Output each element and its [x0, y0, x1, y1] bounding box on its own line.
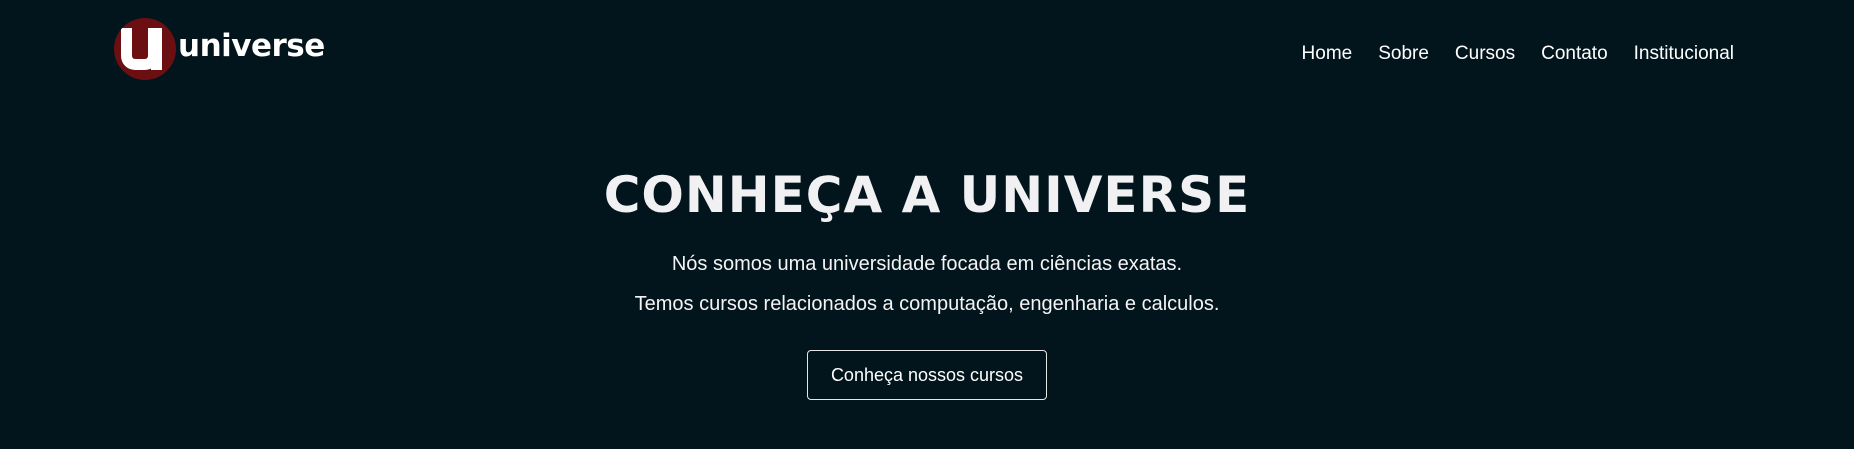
brand-name: universe: [178, 28, 325, 64]
hero-description-line-2: Temos cursos relacionados a computação, …: [634, 293, 1220, 315]
hero-section: CONHEÇA A UNIVERSE Nós somos uma univers…: [0, 160, 1854, 400]
logo-link[interactable]: universe: [114, 18, 325, 80]
nav-item-sobre[interactable]: Sobre: [1378, 41, 1429, 67]
hero-description-line-1: Nós somos uma universidade focada em ciê…: [671, 253, 1183, 275]
courses-cta-button[interactable]: Conheça nossos cursos: [807, 350, 1047, 400]
site-header: universe Home Sobre Cursos Contato Insti…: [0, 0, 1854, 110]
logo-icon: [114, 18, 176, 80]
nav-item-home[interactable]: Home: [1302, 41, 1353, 67]
nav-item-cursos[interactable]: Cursos: [1455, 41, 1515, 67]
hero-title: CONHEÇA A UNIVERSE: [603, 166, 1251, 224]
main-nav: Home Sobre Cursos Contato Institucional: [1302, 41, 1734, 67]
logo-u-stem: [151, 28, 162, 70]
nav-item-institucional[interactable]: Institucional: [1634, 41, 1734, 67]
nav-item-contato[interactable]: Contato: [1541, 41, 1608, 67]
